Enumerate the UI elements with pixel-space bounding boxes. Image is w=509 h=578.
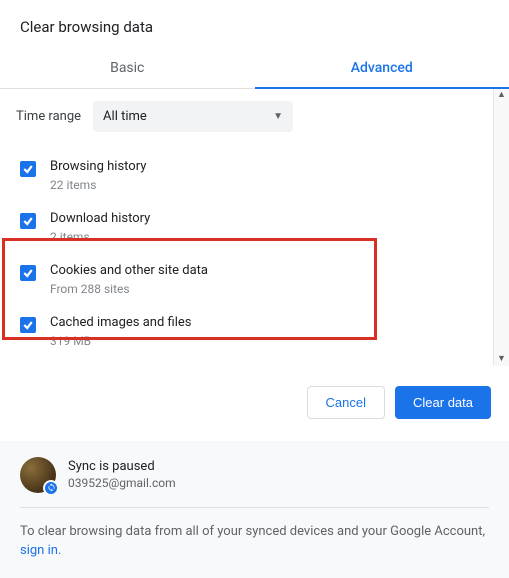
option-subtitle: 22 items — [50, 177, 146, 194]
checkmark-icon — [22, 319, 34, 331]
footer-link-row: sign in. — [20, 543, 489, 558]
checkmark-icon — [22, 267, 34, 279]
option-subtitle: 2 items — [50, 229, 150, 246]
sync-text: Sync is paused 039525@gmail.com — [68, 459, 176, 490]
tabs: Basic Advanced — [0, 50, 509, 89]
option-subtitle: 319 MB — [50, 333, 191, 350]
option-subtitle: From 288 sites — [50, 281, 208, 298]
sign-in-link[interactable]: sign in. — [20, 543, 61, 558]
option-cache: Cached images and files 319 MB — [16, 306, 477, 358]
scroll-up-icon[interactable]: ▲ — [497, 91, 506, 100]
option-title: Cached images and files — [50, 314, 191, 332]
dialog-body: Time range All time ▼ Browsing history 2… — [0, 89, 509, 366]
time-range-row: Time range All time ▼ — [16, 101, 477, 132]
footer-note: To clear browsing data from all of your … — [20, 522, 489, 542]
dialog-actions: Cancel Clear data — [0, 366, 509, 441]
time-range-value: All time — [103, 109, 147, 124]
option-title: Browsing history — [50, 158, 146, 176]
time-range-select[interactable]: All time ▼ — [93, 101, 293, 132]
checkmark-icon — [22, 215, 34, 227]
option-text: Download history 2 items — [50, 210, 150, 246]
tab-advanced[interactable]: Advanced — [255, 50, 509, 88]
scroll-content: Time range All time ▼ Browsing history 2… — [0, 89, 493, 366]
options-list: Browsing history 22 items Download histo… — [16, 150, 477, 358]
clear-browsing-data-dialog: Clear browsing data Basic Advanced Time … — [0, 0, 509, 578]
scrollbar[interactable]: ▲ ▼ — [493, 89, 509, 366]
sync-email: 039525@gmail.com — [68, 476, 176, 490]
scroll-down-icon[interactable]: ▼ — [497, 355, 506, 364]
option-title: Download history — [50, 210, 150, 228]
dialog-title: Clear browsing data — [0, 0, 509, 50]
option-text: Browsing history 22 items — [50, 158, 146, 194]
option-download-history: Download history 2 items — [16, 202, 477, 254]
sync-title: Sync is paused — [68, 459, 176, 474]
clear-data-button[interactable]: Clear data — [395, 386, 491, 419]
option-text: Cached images and files 319 MB — [50, 314, 191, 350]
checkbox-cache[interactable] — [20, 317, 36, 333]
tab-basic[interactable]: Basic — [0, 50, 255, 88]
avatar — [20, 457, 56, 493]
checkbox-cookies[interactable] — [20, 265, 36, 281]
checkbox-download-history[interactable] — [20, 213, 36, 229]
option-title: Cookies and other site data — [50, 262, 208, 280]
checkmark-icon — [22, 163, 34, 175]
option-browsing-history: Browsing history 22 items — [16, 150, 477, 202]
time-range-label: Time range — [16, 109, 81, 124]
cancel-button[interactable]: Cancel — [307, 386, 385, 419]
sync-status-row: Sync is paused 039525@gmail.com — [20, 457, 489, 508]
option-cookies: Cookies and other site data From 288 sit… — [16, 254, 477, 306]
checkbox-browsing-history[interactable] — [20, 161, 36, 177]
chevron-down-icon: ▼ — [273, 111, 283, 122]
footer-area: Sync is paused 039525@gmail.com To clear… — [0, 441, 509, 578]
option-text: Cookies and other site data From 288 sit… — [50, 262, 208, 298]
sync-badge-icon — [43, 480, 59, 496]
